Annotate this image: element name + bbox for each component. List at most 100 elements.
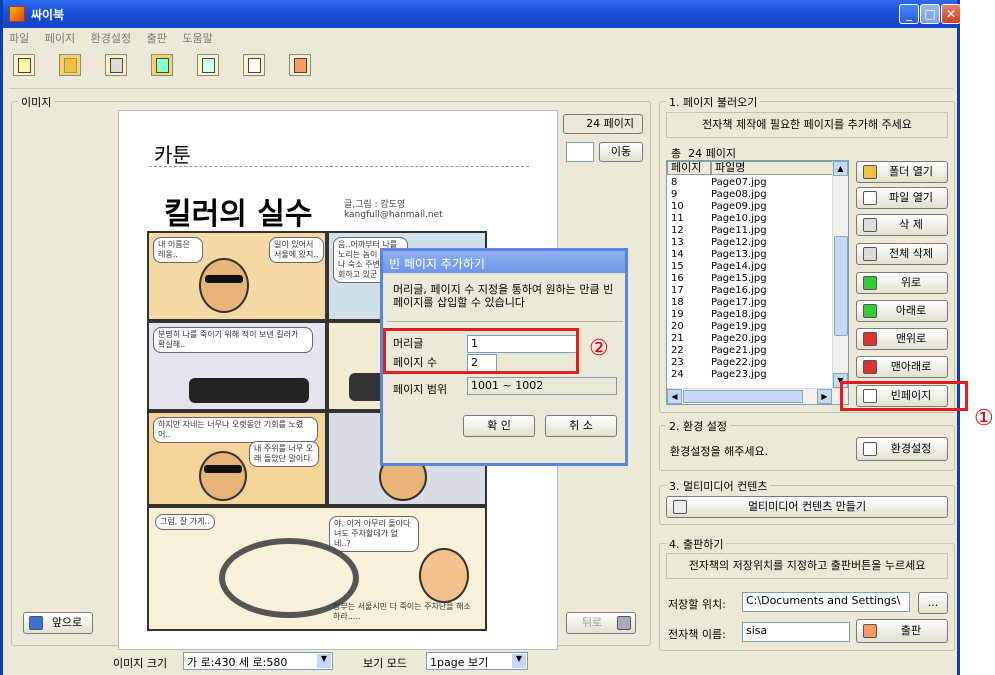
list-item-filename: Page14.jpg <box>711 261 767 272</box>
open-folder-icon[interactable] <box>59 54 81 76</box>
column-header-filename[interactable]: 파일명 <box>711 161 833 175</box>
list-item[interactable]: 17 Page16.jpg <box>671 286 767 296</box>
new-page-icon[interactable] <box>13 54 35 76</box>
list-item[interactable]: 12 Page11.jpg <box>671 226 767 236</box>
delete-all-button[interactable]: 전체 삭제 <box>856 243 948 265</box>
section2-hint: 환경설정을 해주세요. <box>670 445 769 458</box>
section4-legend: 4. 출판하기 <box>666 536 727 552</box>
horizontal-scrollbar[interactable]: ◀ ▶ <box>667 388 848 404</box>
list-item-filename: Page18.jpg <box>711 309 767 320</box>
comic-caption: 정부는 서울시민 다 죽이는 주차난을 해소하라..... <box>333 602 471 621</box>
comic-headline: 킬러의 실수 <box>164 197 313 232</box>
move-up-button[interactable]: 위로 <box>856 272 948 294</box>
app-window: 싸이북 _ □ ✕ 파일 페이지 환경설정 출판 도움말 이미지 카툰 킬러의 … <box>0 0 968 675</box>
open-file-button[interactable]: 파일 열기 <box>856 187 948 209</box>
page-list[interactable]: 페이지 파일명 8 Page07.jpg 9 Page08.jpg 10 Page09.j… <box>666 160 849 405</box>
list-item-page: 22 <box>671 345 684 356</box>
view-mode-select[interactable]: 1page 보기 ▼ <box>426 652 528 670</box>
list-item-page: 23 <box>671 357 684 368</box>
comic-panel-5: 하지만 자네는 너무나 오랫동안 기회를 노렸어.. 내 주위를 너무 오래 돌… <box>147 411 327 506</box>
ebook-name-label: 전자책 이름: <box>668 628 726 641</box>
list-item-page: 12 <box>671 225 684 236</box>
list-item-filename: Page09.jpg <box>711 201 767 212</box>
trash-icon <box>863 218 877 232</box>
move-top-button[interactable]: 맨위로 <box>856 328 948 350</box>
ebook-name-input[interactable]: sisa <box>742 622 850 642</box>
trash-all-icon <box>863 247 877 261</box>
prev-button[interactable]: 앞으로 <box>23 612 93 634</box>
menu-file[interactable]: 파일 <box>3 28 35 48</box>
menu-page[interactable]: 페이지 <box>39 28 81 48</box>
delete-all-label: 전체 삭제 <box>889 247 933 260</box>
section1-hint: 전자책 제작에 필요한 페이지를 추가해 주세요 <box>666 112 948 138</box>
comic-bubble: 그럼, 잘 가게.. <box>155 514 215 530</box>
prev-label: 앞으로 <box>51 616 83 629</box>
close-button[interactable]: ✕ <box>941 4 961 24</box>
list-item[interactable]: 15 Page14.jpg <box>671 262 767 272</box>
browse-button[interactable]: ... <box>918 592 948 614</box>
list-item[interactable]: 14 Page13.jpg <box>671 250 767 260</box>
list-item[interactable]: 21 Page20.jpg <box>671 334 767 344</box>
settings-icon[interactable] <box>243 54 265 76</box>
move-bottom-label: 맨아래로 <box>890 360 932 373</box>
goto-button[interactable]: 이동 <box>599 142 643 162</box>
list-item[interactable]: 9 Page08.jpg <box>671 190 767 200</box>
list-item-filename: Page16.jpg <box>711 285 767 296</box>
list-item[interactable]: 24 Page23.jpg <box>671 370 767 380</box>
next-button[interactable]: 뒤로 <box>566 612 636 634</box>
list-item[interactable]: 10 Page09.jpg <box>671 202 767 212</box>
chevron-down-icon: ▼ <box>317 654 331 668</box>
import-icon[interactable] <box>151 54 173 76</box>
toolbar-divider <box>9 88 953 89</box>
list-item-page: 14 <box>671 249 684 260</box>
list-item[interactable]: 20 Page19.jpg <box>671 322 767 332</box>
ok-button[interactable]: 확 인 <box>463 415 535 437</box>
menu-help[interactable]: 도움말 <box>176 28 218 48</box>
save-icon[interactable] <box>105 54 127 76</box>
file-icon <box>863 191 877 205</box>
comic-credit: 글,그림 : 강도영 kangfull@hanmail.net <box>344 200 443 220</box>
total-count: 24 페이지 <box>688 147 736 160</box>
move-down-button[interactable]: 아래로 <box>856 300 948 322</box>
scroll-right-icon[interactable]: ▶ <box>817 389 832 404</box>
settings-button[interactable]: 환경설정 <box>856 437 948 461</box>
move-up-label: 위로 <box>900 276 922 289</box>
scroll-left-icon[interactable]: ◀ <box>667 389 682 404</box>
add-page-icon[interactable] <box>197 54 219 76</box>
list-item[interactable]: 18 Page17.jpg <box>671 298 767 308</box>
move-bottom-button[interactable]: 맨아래로 <box>856 356 948 378</box>
minimize-button[interactable]: _ <box>899 4 919 24</box>
export-icon[interactable] <box>289 54 311 76</box>
publish-button[interactable]: 출판 <box>856 619 948 643</box>
list-item-filename: Page23.jpg <box>711 369 767 380</box>
scroll-thumb[interactable] <box>834 236 848 336</box>
multimedia-button[interactable]: 멀티미디어 컨텐츠 만들기 <box>666 496 948 518</box>
open-file-label: 파일 열기 <box>889 191 933 204</box>
list-item-filename: Page07.jpg <box>711 177 767 188</box>
comic-bubble: 내 이름은 레옹.. <box>153 237 203 263</box>
list-item[interactable]: 13 Page12.jpg <box>671 238 767 248</box>
multimedia-icon <box>673 500 687 514</box>
section1-legend: 1. 페이지 불러오기 <box>666 94 761 110</box>
vertical-scrollbar[interactable]: ▲ ▼ <box>832 161 848 389</box>
list-item[interactable]: 22 Page21.jpg <box>671 346 767 356</box>
goto-page-input[interactable] <box>566 142 594 162</box>
cancel-button[interactable]: 취 소 <box>545 415 617 437</box>
comic-bubble: 내 주위를 너무 오래 돌았단 말이다. <box>249 441 319 467</box>
menu-settings[interactable]: 환경설정 <box>85 28 137 48</box>
comic-panel-3: 분명히 나를 죽이기 위해 적이 보낸 킬러가 확실해.. <box>147 321 327 411</box>
image-size-select[interactable]: 가 로:430 세 로:580 ▼ <box>183 652 333 670</box>
list-item[interactable]: 23 Page22.jpg <box>671 358 767 368</box>
list-item[interactable]: 16 Page15.jpg <box>671 274 767 284</box>
open-folder-button[interactable]: 폴더 열기 <box>856 161 948 183</box>
delete-button[interactable]: 삭 제 <box>856 214 948 236</box>
hscroll-thumb[interactable] <box>683 390 803 403</box>
list-item[interactable]: 19 Page18.jpg <box>671 310 767 320</box>
menu-publish[interactable]: 출판 <box>141 28 173 48</box>
save-path-input[interactable]: C:\Documents and Settings\ <box>742 592 910 612</box>
list-item[interactable]: 8 Page07.jpg <box>671 178 767 188</box>
comic-category: 카툰 <box>154 143 191 167</box>
scroll-up-icon[interactable]: ▲ <box>833 161 848 176</box>
column-header-page[interactable]: 페이지 <box>667 161 711 175</box>
list-item[interactable]: 11 Page10.jpg <box>671 214 767 224</box>
